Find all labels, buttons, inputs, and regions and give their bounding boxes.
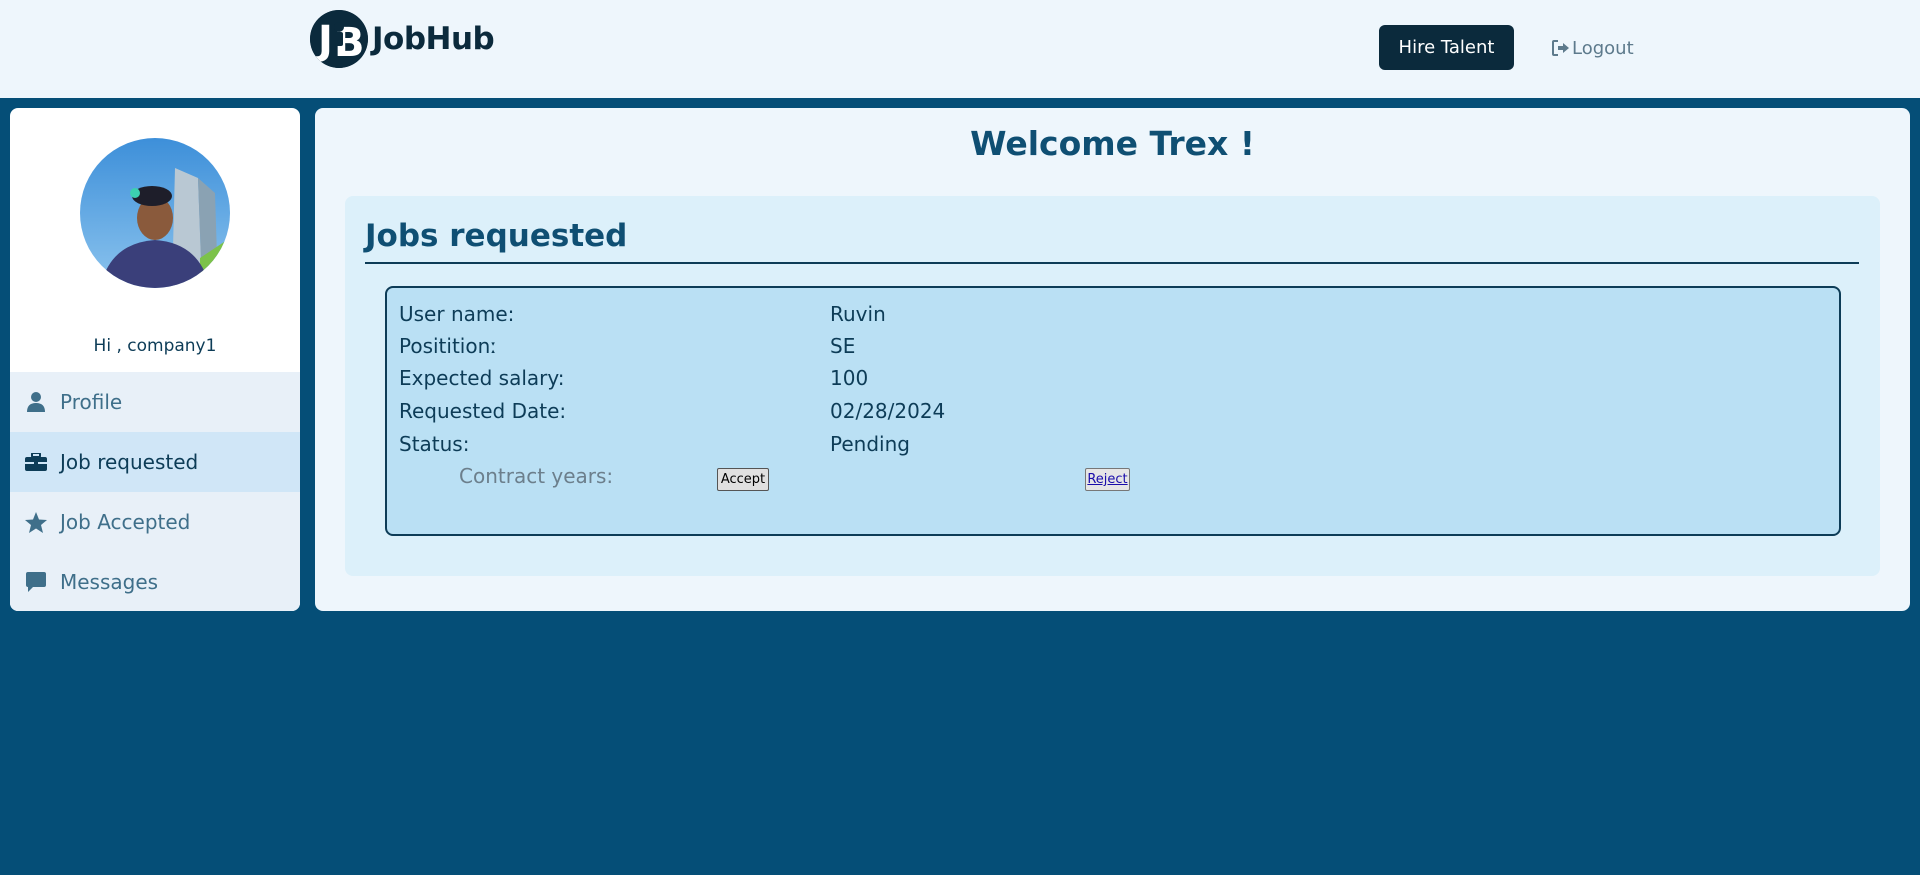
logout-label: Logout bbox=[1572, 37, 1634, 59]
star-icon bbox=[24, 511, 48, 533]
field-label: Status: bbox=[399, 432, 470, 456]
hire-talent-button[interactable]: Hire Talent bbox=[1379, 25, 1514, 70]
sidebar: Hi , company1 Profile Job requested Job … bbox=[10, 108, 300, 611]
job-request-card: User name: Ruvin Posititionː SE Expected… bbox=[385, 286, 1841, 536]
field-value: 02/28/2024 bbox=[830, 399, 946, 423]
field-value: SE bbox=[830, 334, 856, 358]
sidebar-nav: Profile Job requested Job Accepted Messa… bbox=[10, 372, 300, 611]
sidebar-item-label: Job Accepted bbox=[60, 510, 191, 534]
logout-icon bbox=[1552, 40, 1569, 56]
avatar bbox=[80, 138, 230, 288]
user-icon bbox=[24, 392, 48, 412]
section-title: Jobs requested bbox=[365, 218, 628, 254]
jobhub-logo-icon: J B bbox=[310, 10, 368, 68]
sidebar-item-job-accepted[interactable]: Job Accepted bbox=[10, 492, 300, 552]
sidebar-item-label: Job requested bbox=[60, 450, 199, 474]
sidebar-greeting: Hi , company1 bbox=[93, 336, 217, 356]
sidebar-item-messages[interactable]: Messages bbox=[10, 552, 300, 611]
brand[interactable]: J B JobHub bbox=[310, 9, 495, 69]
logout-link[interactable]: Logout bbox=[1552, 33, 1634, 63]
svg-text:J: J bbox=[315, 18, 333, 64]
field-value: Ruvin bbox=[830, 302, 886, 326]
field-value: 100 bbox=[830, 366, 869, 390]
field-label: User name: bbox=[399, 302, 515, 326]
sidebar-item-job-requested[interactable]: Job requested bbox=[10, 432, 300, 492]
reject-button[interactable]: Reject bbox=[1085, 468, 1130, 491]
divider bbox=[365, 262, 1859, 264]
field-label: Requested Date: bbox=[399, 399, 567, 423]
page-title: Welcome Trex ! bbox=[970, 124, 1255, 163]
sidebar-item-label: Profile bbox=[60, 390, 123, 414]
jobs-requested-panel: Jobs requested User name: Ruvin Posititi… bbox=[345, 196, 1880, 576]
accept-button[interactable]: Accept bbox=[717, 468, 769, 491]
main-content: Welcome Trex ! Jobs requested User name:… bbox=[315, 108, 1910, 611]
message-icon bbox=[24, 572, 48, 592]
briefcase-icon bbox=[24, 453, 48, 471]
status-value: Pending bbox=[830, 432, 910, 456]
top-navbar: J B JobHub Hire Talent Logout bbox=[0, 0, 1920, 98]
field-label: Expected salary: bbox=[399, 366, 565, 390]
sidebar-item-label: Messages bbox=[60, 570, 159, 594]
contract-years-label: Contract years: bbox=[459, 464, 614, 488]
field-label: Posititionː bbox=[399, 334, 498, 358]
brand-name: JobHub bbox=[372, 21, 495, 57]
sidebar-item-profile[interactable]: Profile bbox=[10, 372, 300, 432]
